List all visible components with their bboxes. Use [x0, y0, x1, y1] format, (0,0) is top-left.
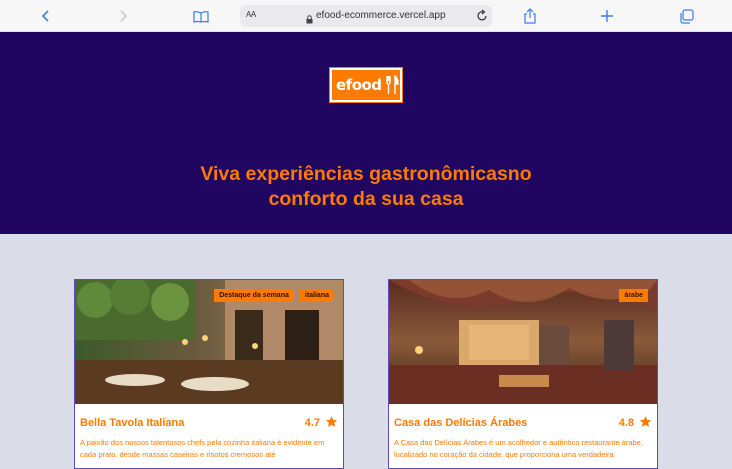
restaurant-name: Bella Tavola Italiana [80, 417, 185, 429]
tag-featured: Destaque da semana [214, 289, 294, 302]
tag-list: árabe [619, 289, 648, 302]
reader-book-icon[interactable] [191, 6, 211, 26]
lock-icon [306, 11, 313, 29]
back-icon[interactable] [36, 6, 56, 26]
tag-list: Destaque da semana italiana [214, 289, 334, 302]
rating: 4.7 [305, 415, 338, 431]
hero-banner: efood Viva experiências gastronômicasno … [0, 32, 732, 234]
hero-title: Viva experiências gastronômicasno confor… [200, 163, 532, 210]
rating: 4.8 [619, 415, 652, 431]
restaurant-card[interactable]: árabe Casa das Delícias Árabes 4.8 A Cas… [388, 279, 658, 469]
efood-logo[interactable]: efood [329, 67, 403, 103]
restaurant-photo [389, 280, 657, 404]
rating-value: 4.7 [304, 417, 320, 429]
logo-text: efood [336, 76, 382, 94]
reload-icon[interactable] [476, 9, 488, 27]
url-text: efood-ecommerce.vercel.app [316, 10, 446, 21]
forward-icon[interactable] [113, 6, 133, 26]
new-tab-plus-icon[interactable] [597, 6, 617, 26]
restaurant-name: Casa das Delícias Árabes [394, 417, 528, 429]
card-header: Casa das Delícias Árabes 4.8 [394, 415, 652, 431]
share-icon[interactable] [520, 6, 540, 26]
text-size-button[interactable]: AA [246, 10, 256, 19]
restaurant-description: A paixão dos nossos talentosos chefs pel… [80, 438, 325, 459]
star-icon [325, 415, 338, 431]
tabs-overview-icon[interactable] [676, 6, 696, 26]
restaurant-description: A Casa das Delícias Árabes é um acolhedo… [394, 438, 643, 459]
star-icon [639, 415, 652, 431]
restaurant-card[interactable]: Destaque da semana italiana Bella Tavola… [74, 279, 344, 469]
tag-cuisine: árabe [619, 289, 648, 302]
cutlery-icon [385, 75, 399, 95]
rating-value: 4.8 [618, 417, 634, 429]
card-header: Bella Tavola Italiana 4.7 [80, 415, 338, 431]
browser-toolbar: AA efood-ecommerce.vercel.app [0, 0, 732, 32]
address-bar[interactable]: AA efood-ecommerce.vercel.app [240, 5, 492, 27]
tag-cuisine: italiana [299, 289, 334, 302]
